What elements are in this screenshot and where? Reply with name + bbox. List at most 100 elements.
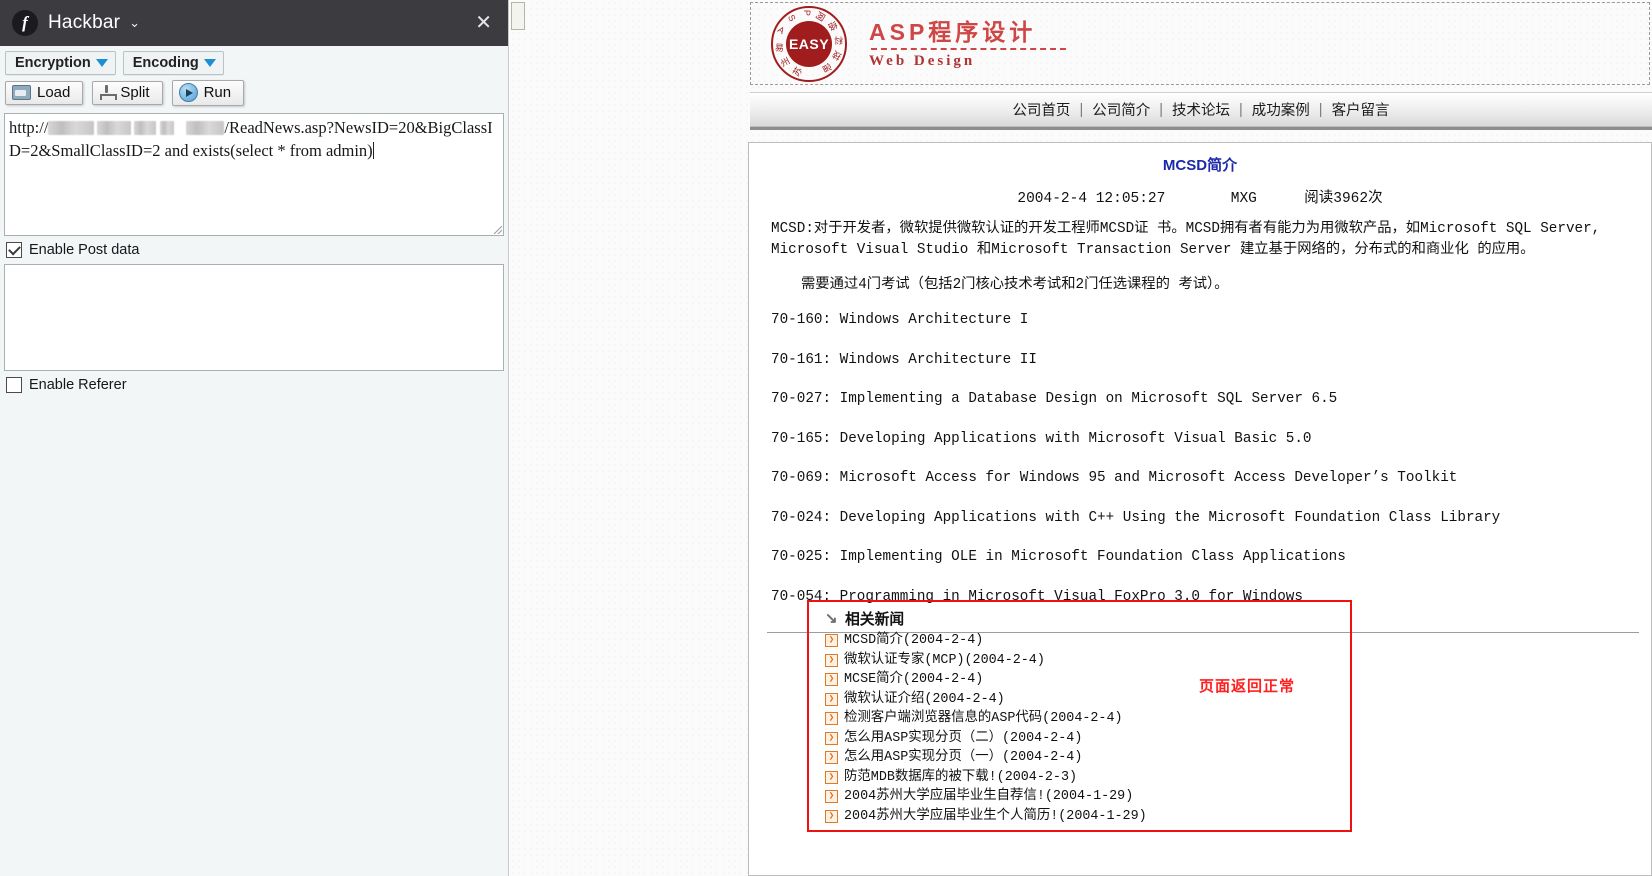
run-button[interactable]: Run: [171, 80, 245, 106]
enable-post-data-checkbox[interactable]: [6, 242, 22, 258]
article-paragraph: 需要通过4门考试（包括2门核心技术考试和2门任选课程的 考试）。: [801, 277, 1229, 293]
load-button-label: Load: [37, 84, 71, 101]
article-paragraph: MCSD:对于开发者，微软提供微软认证的开发工程师MCSD证 书。MCSD拥有者…: [771, 221, 1601, 258]
related-news-item[interactable]: ❯ 怎么用ASP实现分页（一）(2004-2-4): [825, 748, 1350, 768]
article-date: 2004-2-4 12:05:27: [1017, 191, 1166, 207]
company-seal-logo: 苏 州 易 A S P 网 络 科 技 思 EASY: [771, 5, 847, 82]
chevron-down-icon: [203, 59, 216, 67]
related-news-item-label: 怎么用ASP实现分页（二）(2004-2-4): [844, 730, 1083, 746]
run-icon: [178, 83, 198, 102]
nav-item-4[interactable]: 成功案例: [1252, 99, 1310, 120]
run-button-label: Run: [203, 84, 232, 101]
related-news-heading-label: 相关新闻: [845, 612, 905, 628]
enable-referer-checkbox[interactable]: [6, 377, 22, 393]
load-icon: [12, 85, 31, 100]
split-icon: [99, 85, 118, 100]
related-news-item[interactable]: ❯ 2004苏州大学应届毕业生自荐信!(2004-1-29): [825, 787, 1350, 807]
arrow-right-icon: ❯: [825, 653, 838, 667]
exam-line: 70-165: Developing Applications with Mic…: [771, 430, 1312, 447]
nav-item-1[interactable]: 公司首页: [1012, 99, 1070, 120]
url-prefix: http://: [9, 118, 49, 137]
hackbar-dropdown-row: Encryption Encoding: [0, 46, 508, 75]
encryption-dropdown-label: Encryption: [15, 55, 91, 71]
article-title: MCSD简介: [1162, 157, 1238, 174]
enable-referer-label: Enable Referer: [29, 377, 127, 393]
related-news-item-label: 怎么用ASP实现分页（一）(2004-2-4): [844, 750, 1083, 765]
nav-item-2[interactable]: 公司简介: [1092, 99, 1150, 120]
encoding-dropdown[interactable]: Encoding: [122, 51, 224, 75]
redacted-host: [48, 121, 95, 135]
enable-post-data-label: Enable Post data: [29, 242, 140, 258]
arrow-right-icon: ❯: [825, 751, 838, 765]
nav-item-5[interactable]: 客户留言: [1332, 99, 1390, 120]
redacted-host: [186, 121, 225, 135]
related-news-item[interactable]: ❯ 防范MDB数据库的被下载!(2004-2-3): [825, 768, 1350, 788]
load-button[interactable]: Load: [5, 81, 84, 105]
chevron-down-icon: [95, 59, 108, 67]
arrow-right-icon: ❯: [825, 809, 838, 823]
resize-grip[interactable]: [494, 226, 502, 234]
arrow-right-icon: ❯: [825, 673, 838, 687]
close-icon[interactable]: ✕: [475, 13, 492, 33]
split-button[interactable]: Split: [92, 81, 163, 105]
hackbar-titlebar: f Hackbar ⌄ ✕: [0, 0, 508, 46]
nav-separator: |: [1239, 101, 1243, 118]
nav-separator: |: [1159, 101, 1163, 118]
redacted-host: [97, 121, 132, 135]
exam-line: 70-161: Windows Architecture II: [771, 351, 1037, 368]
related-news-heading: ↘ 相关新闻: [825, 608, 1350, 629]
related-news-item[interactable]: ❯ MCSD简介(2004-2-4): [825, 631, 1350, 651]
hackbar-logo-icon: f: [12, 10, 38, 36]
related-news-item[interactable]: ❯ 怎么用ASP实现分页（二）(2004-2-4): [825, 729, 1350, 749]
related-news-list: ❯ MCSD简介(2004-2-4) ❯ 微软认证专家(MCP)(2004-2-4) ❯…: [825, 631, 1350, 826]
site-navigation: 公司首页 | 公司简介 | 技术论坛 | 成功案例 | 客户留言: [750, 92, 1652, 127]
redacted-host: [134, 121, 157, 135]
brand-chinese: ASP程序设计: [869, 18, 1037, 45]
encryption-dropdown[interactable]: Encryption: [5, 51, 116, 75]
enable-referer-row[interactable]: Enable Referer: [0, 371, 508, 399]
article-author: MXG: [1230, 191, 1257, 207]
nav-separator: |: [1318, 101, 1323, 118]
site-header: 苏 州 易 A S P 网 络 科 技 思 EASY ASP程序设计 Web D…: [750, 2, 1650, 85]
related-news-item[interactable]: ❯ 2004苏州大学应届毕业生个人简历!(2004-1-29): [825, 807, 1350, 827]
website-content: 苏 州 易 A S P 网 络 科 技 思 EASY ASP程序设计 Web D…: [510, 0, 1652, 876]
hackbar-title: Hackbar: [48, 12, 121, 33]
related-news-item-label: MCSE简介(2004-2-4): [844, 672, 984, 687]
article-body: MCSD:对于开发者，微软提供微软认证的开发工程师MCSD证 书。MCSD拥有者…: [771, 219, 1629, 608]
hackbar-action-row: Load Split Run: [0, 75, 508, 112]
related-news-item-label: 微软认证介绍(2004-2-4): [844, 691, 1005, 707]
brand-english: Web Design: [869, 52, 976, 69]
related-news-item-label: 2004苏州大学应届毕业生个人简历!(2004-1-29): [844, 808, 1147, 824]
seal-ring-text: 苏 州 易 A S P 网 络 科 技 思: [774, 9, 844, 78]
related-news-item-label: 2004苏州大学应届毕业生自荐信!(2004-1-29): [844, 789, 1134, 804]
arrow-right-icon: ❯: [825, 634, 838, 648]
encoding-dropdown-label: Encoding: [132, 55, 199, 71]
text-caret: [372, 141, 374, 159]
related-news-item-label: 微软认证专家(MCP)(2004-2-4): [844, 652, 1045, 668]
related-news-item-label: 防范MDB数据库的被下载!(2004-2-3): [844, 769, 1078, 785]
arrow-right-icon: ❯: [825, 770, 838, 784]
arrow-right-icon: ❯: [825, 731, 838, 745]
exam-line: 70-160: Windows Architecture I: [771, 312, 1029, 328]
url-input[interactable]: http:///ReadNews.asp?NewsID=20&BigClassI…: [4, 113, 504, 236]
arrow-right-icon: ❯: [825, 692, 838, 706]
related-news-item[interactable]: ❯ 检测客户端浏览器信息的ASP代码(2004-2-4): [825, 709, 1350, 729]
enable-post-data-row[interactable]: Enable Post data: [0, 236, 508, 264]
related-news-item-label: MCSD简介(2004-2-4): [844, 633, 984, 648]
chevron-down-icon[interactable]: ⌄: [129, 15, 140, 31]
arrow-down-right-icon: ↘: [825, 610, 838, 627]
related-news-item[interactable]: ❯ 微软认证专家(MCP)(2004-2-4): [825, 651, 1350, 671]
split-button-label: Split: [120, 84, 150, 101]
header-divider: [750, 127, 1652, 130]
exam-list: 70-160: Windows Architecture I 70-161: Wi…: [771, 310, 1629, 608]
exam-line: 70-024: Developing Applications with C++…: [771, 509, 1501, 526]
related-news-box: ↘ 相关新闻 ❯ MCSD简介(2004-2-4) ❯ 微软认证专家(MCP)(200…: [807, 600, 1352, 832]
article-views: 阅读3962次: [1304, 191, 1383, 207]
arrow-right-icon: ❯: [825, 790, 838, 804]
nav-item-3[interactable]: 技术论坛: [1172, 99, 1230, 120]
nav-separator: |: [1079, 101, 1084, 118]
article-meta: 2004-2-4 12:05:27 MXG 阅读3962次: [749, 186, 1651, 207]
site-brand: ASP程序设计 Web Design: [869, 18, 1066, 70]
redacted-host: [160, 121, 175, 135]
post-data-input[interactable]: [4, 264, 504, 371]
